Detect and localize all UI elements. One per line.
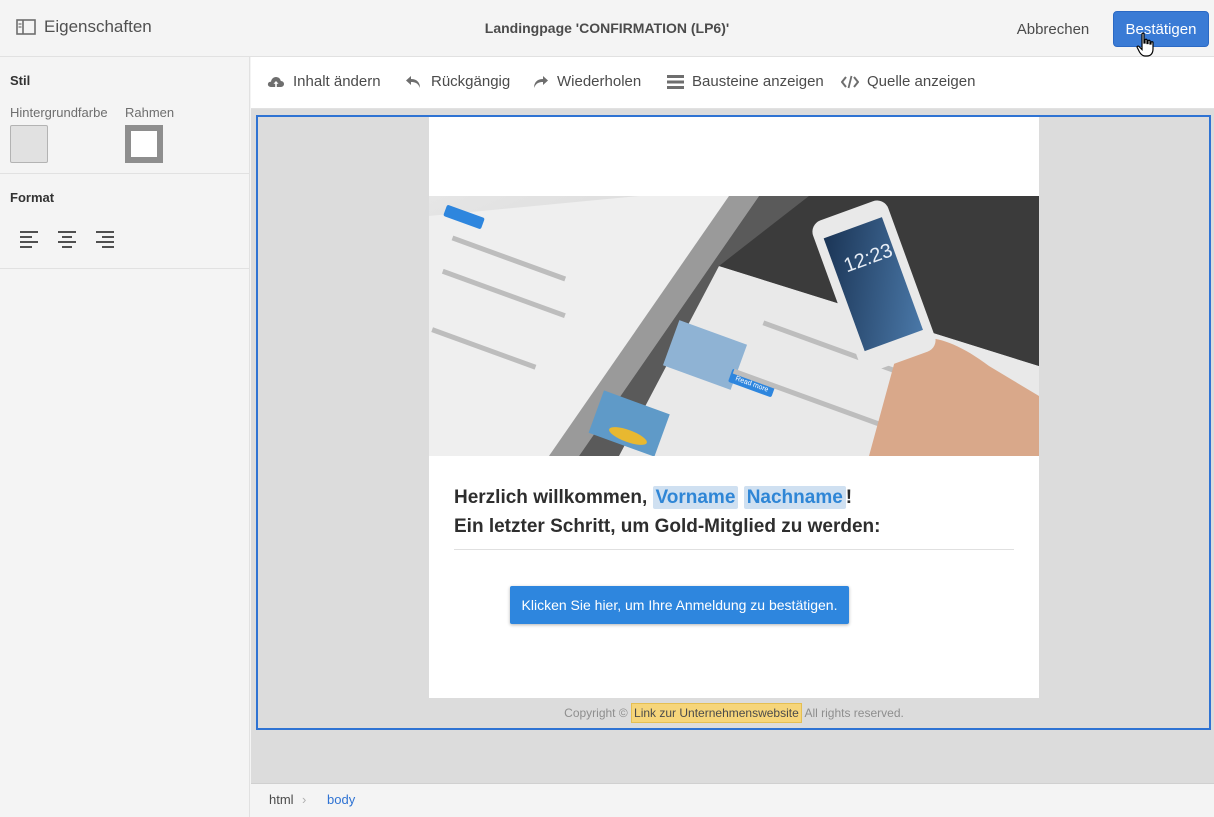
undo-icon bbox=[406, 75, 420, 88]
align-right-icon[interactable] bbox=[92, 229, 116, 249]
change-content-button[interactable]: Inhalt ändern bbox=[267, 73, 381, 90]
breadcrumb-item-html[interactable]: html bbox=[269, 792, 294, 807]
border-swatch[interactable] bbox=[125, 125, 163, 163]
divider bbox=[0, 173, 249, 174]
confirm-button[interactable]: Bestätigen bbox=[1113, 11, 1209, 47]
code-icon bbox=[841, 75, 859, 88]
show-blocks-label: Bausteine anzeigen bbox=[692, 73, 824, 90]
panel-icon bbox=[16, 19, 36, 35]
redo-button[interactable]: Wiederholen bbox=[531, 73, 641, 90]
cloud-upload-icon bbox=[267, 76, 285, 87]
editor-toolbar: Inhalt ändern Rückgängig Wiederholen Bau… bbox=[251, 57, 1214, 109]
selected-block-outline bbox=[256, 115, 1211, 730]
undo-button[interactable]: Rückgängig bbox=[405, 73, 510, 90]
style-section-title: Stil bbox=[10, 73, 31, 88]
properties-label: Eigenschaften bbox=[44, 17, 152, 36]
change-content-label: Inhalt ändern bbox=[293, 73, 381, 90]
redo-label: Wiederholen bbox=[557, 73, 642, 90]
border-label: Rahmen bbox=[125, 105, 175, 120]
blocks-icon bbox=[667, 74, 684, 89]
show-source-button[interactable]: Quelle anzeigen bbox=[841, 73, 975, 90]
show-source-label: Quelle anzeigen bbox=[867, 73, 976, 90]
top-bar: Eigenschaften Landingpage 'CONFIRMATION … bbox=[0, 0, 1214, 57]
background-color-swatch[interactable] bbox=[10, 125, 48, 163]
properties-panel: Stil Hintergrundfarbe Rahmen Format bbox=[0, 57, 250, 817]
cancel-button[interactable]: Abbrechen bbox=[1006, 12, 1100, 46]
breadcrumb-item-body[interactable]: body bbox=[327, 792, 355, 807]
divider bbox=[0, 268, 249, 269]
undo-label: Rückgängig bbox=[431, 73, 511, 90]
format-section-title: Format bbox=[10, 190, 55, 205]
hand-cursor-icon bbox=[1136, 32, 1154, 57]
chevron-right-icon: › bbox=[302, 792, 307, 807]
breadcrumb: html › body bbox=[251, 783, 1214, 817]
properties-toggle[interactable]: Eigenschaften bbox=[16, 17, 152, 37]
redo-icon bbox=[534, 75, 548, 88]
background-color-label: Hintergrundfarbe bbox=[10, 105, 108, 120]
align-center-icon[interactable] bbox=[55, 229, 79, 249]
show-blocks-button[interactable]: Bausteine anzeigen bbox=[667, 73, 824, 90]
align-left-icon[interactable] bbox=[18, 229, 42, 249]
